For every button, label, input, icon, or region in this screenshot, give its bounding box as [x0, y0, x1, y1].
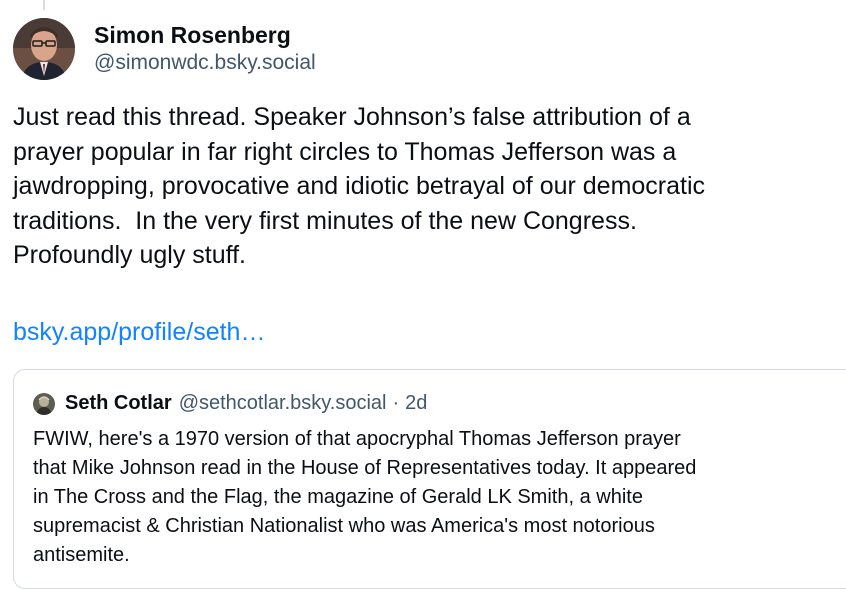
post-text: Just read this thread. Speaker Johnson’s…: [13, 100, 841, 273]
post: Simon Rosenberg @simonwdc.bsky.social Ju…: [0, 0, 846, 589]
quoted-post-card[interactable]: Seth Cotlar @sethcotlar.bsky.social · 2d…: [13, 369, 846, 589]
quoted-text-line: FWIW, here's a 1970 version of that apoc…: [33, 428, 681, 450]
post-text-line: jawdropping, provocative and idiotic bet…: [13, 172, 706, 200]
quoted-post-header: Seth Cotlar @sethcotlar.bsky.social · 2d: [33, 392, 427, 415]
post-author: Simon Rosenberg @simonwdc.bsky.social: [13, 18, 316, 80]
quoted-text-line: in The Cross and the Flag, the magazine …: [33, 486, 643, 508]
author-display-name[interactable]: Simon Rosenberg: [94, 21, 316, 49]
user-avatar-icon: [33, 392, 55, 415]
avatar[interactable]: [13, 18, 75, 80]
separator-dot: ·: [392, 392, 400, 414]
author-info: Simon Rosenberg @simonwdc.bsky.social: [94, 21, 316, 77]
quoted-author-avatar[interactable]: [33, 392, 55, 415]
quoted-text-line: that Mike Johnson read in the House of R…: [33, 457, 697, 479]
user-avatar-icon: [13, 18, 75, 80]
post-text-line: Profoundly ugly stuff.: [13, 241, 247, 269]
quoted-text-line: supremacist & Christian Nationalist who …: [33, 515, 655, 537]
post-text-line: traditions. In the very first minutes of…: [13, 206, 637, 235]
post-text-line: prayer popular in far right circles to T…: [13, 137, 677, 166]
post-text-line: Just read this thread. Speaker Johnson’s…: [13, 103, 691, 131]
quoted-post-timestamp[interactable]: 2d: [405, 392, 427, 415]
quoted-author-handle[interactable]: @sethcotlar.bsky.social: [179, 392, 387, 415]
author-handle[interactable]: @simonwdc.bsky.social: [94, 49, 316, 77]
quoted-author-name[interactable]: Seth Cotlar: [65, 392, 172, 415]
embedded-link[interactable]: bsky.app/profile/seth…: [13, 315, 265, 349]
quoted-post-text: FWIW, here's a 1970 version of that apoc…: [33, 425, 846, 570]
quoted-text-line: antisemite.: [33, 544, 130, 566]
